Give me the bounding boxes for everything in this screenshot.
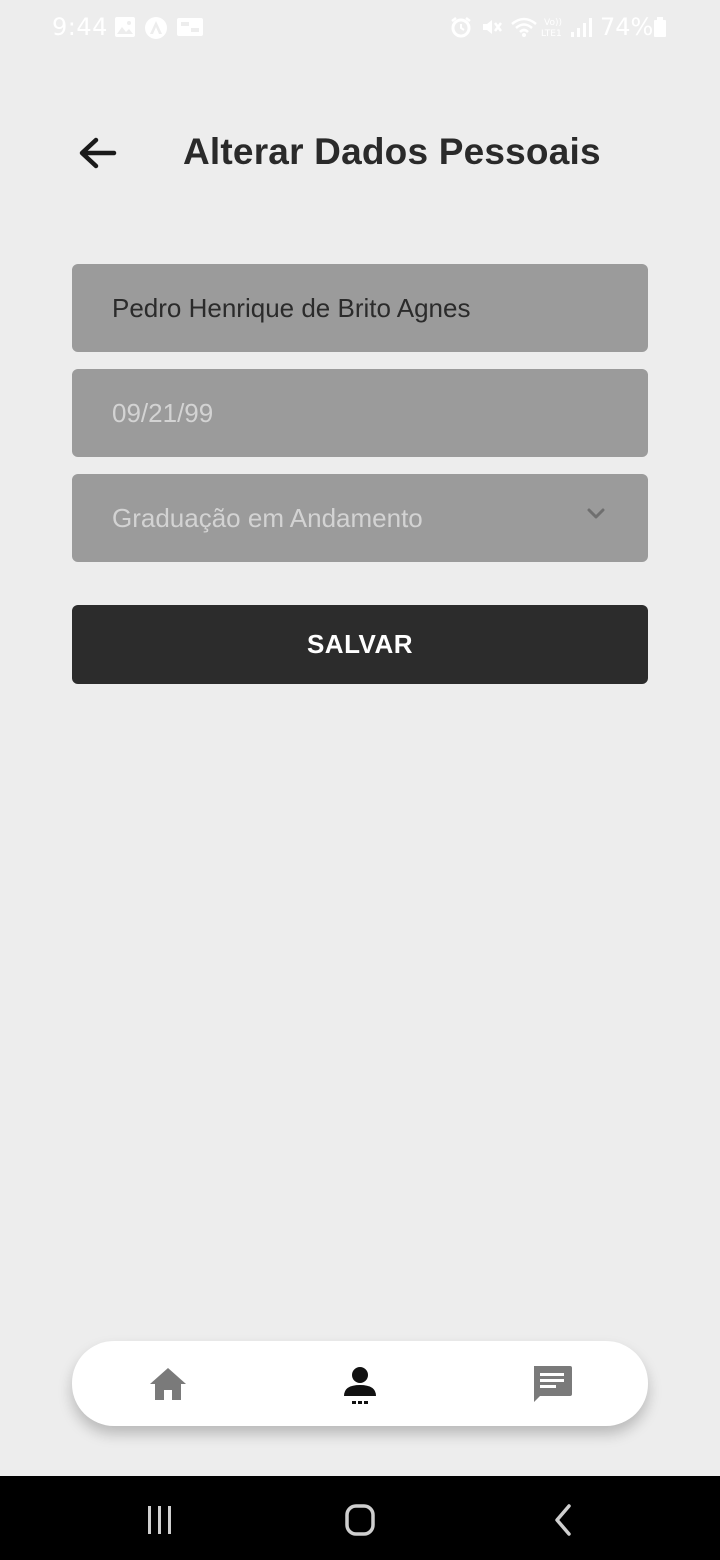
recents-icon (148, 1506, 171, 1534)
app-notification-icon (145, 17, 167, 39)
system-nav-bar (0, 1476, 720, 1560)
back-icon (555, 1504, 571, 1536)
page-title: Alterar Dados Pessoais (183, 131, 601, 172)
battery-percentage: 74% (600, 13, 654, 41)
tab-home[interactable] (142, 1359, 194, 1411)
person-icon (344, 1367, 376, 1404)
wifi-icon (511, 17, 537, 37)
battery-icon (654, 17, 666, 37)
save-button[interactable]: SALVAR (72, 605, 648, 684)
screen: 9:44 Vo)) LTE1 74% Alterar Dados Pessoai… (0, 0, 720, 1560)
alarm-icon (451, 17, 471, 38)
mute-icon (483, 20, 502, 34)
chat-icon (534, 1366, 572, 1402)
status-time: 9:44 (52, 13, 108, 41)
education-select[interactable]: Graduação em Andamento (72, 474, 648, 562)
status-bar: 9:44 Vo)) LTE1 74% (0, 0, 720, 56)
home-button-icon (345, 1504, 375, 1536)
tab-profile[interactable] (334, 1359, 386, 1411)
birth-date-field[interactable]: 09/21/99 (72, 369, 648, 457)
tab-messages[interactable] (526, 1359, 578, 1411)
screen-record-icon (177, 18, 203, 36)
name-field[interactable]: Pedro Henrique de Brito Agnes (72, 264, 648, 352)
signal-icon (571, 18, 592, 37)
volte-icon: Vo)) LTE1 (541, 18, 562, 39)
home-icon (150, 1368, 186, 1400)
education-select-value: Graduação em Andamento (112, 502, 423, 533)
recents-button[interactable] (140, 1500, 180, 1540)
svg-text:Vo)): Vo)) (544, 18, 562, 28)
home-system-button[interactable] (340, 1500, 380, 1540)
svg-text:LTE1: LTE1 (541, 29, 562, 39)
arrow-left-icon (79, 137, 117, 169)
back-system-button[interactable] (543, 1500, 583, 1540)
gallery-icon (115, 17, 135, 37)
bottom-tab-bar (72, 1341, 648, 1426)
chevron-down-icon (587, 508, 605, 519)
back-button[interactable] (72, 128, 124, 180)
